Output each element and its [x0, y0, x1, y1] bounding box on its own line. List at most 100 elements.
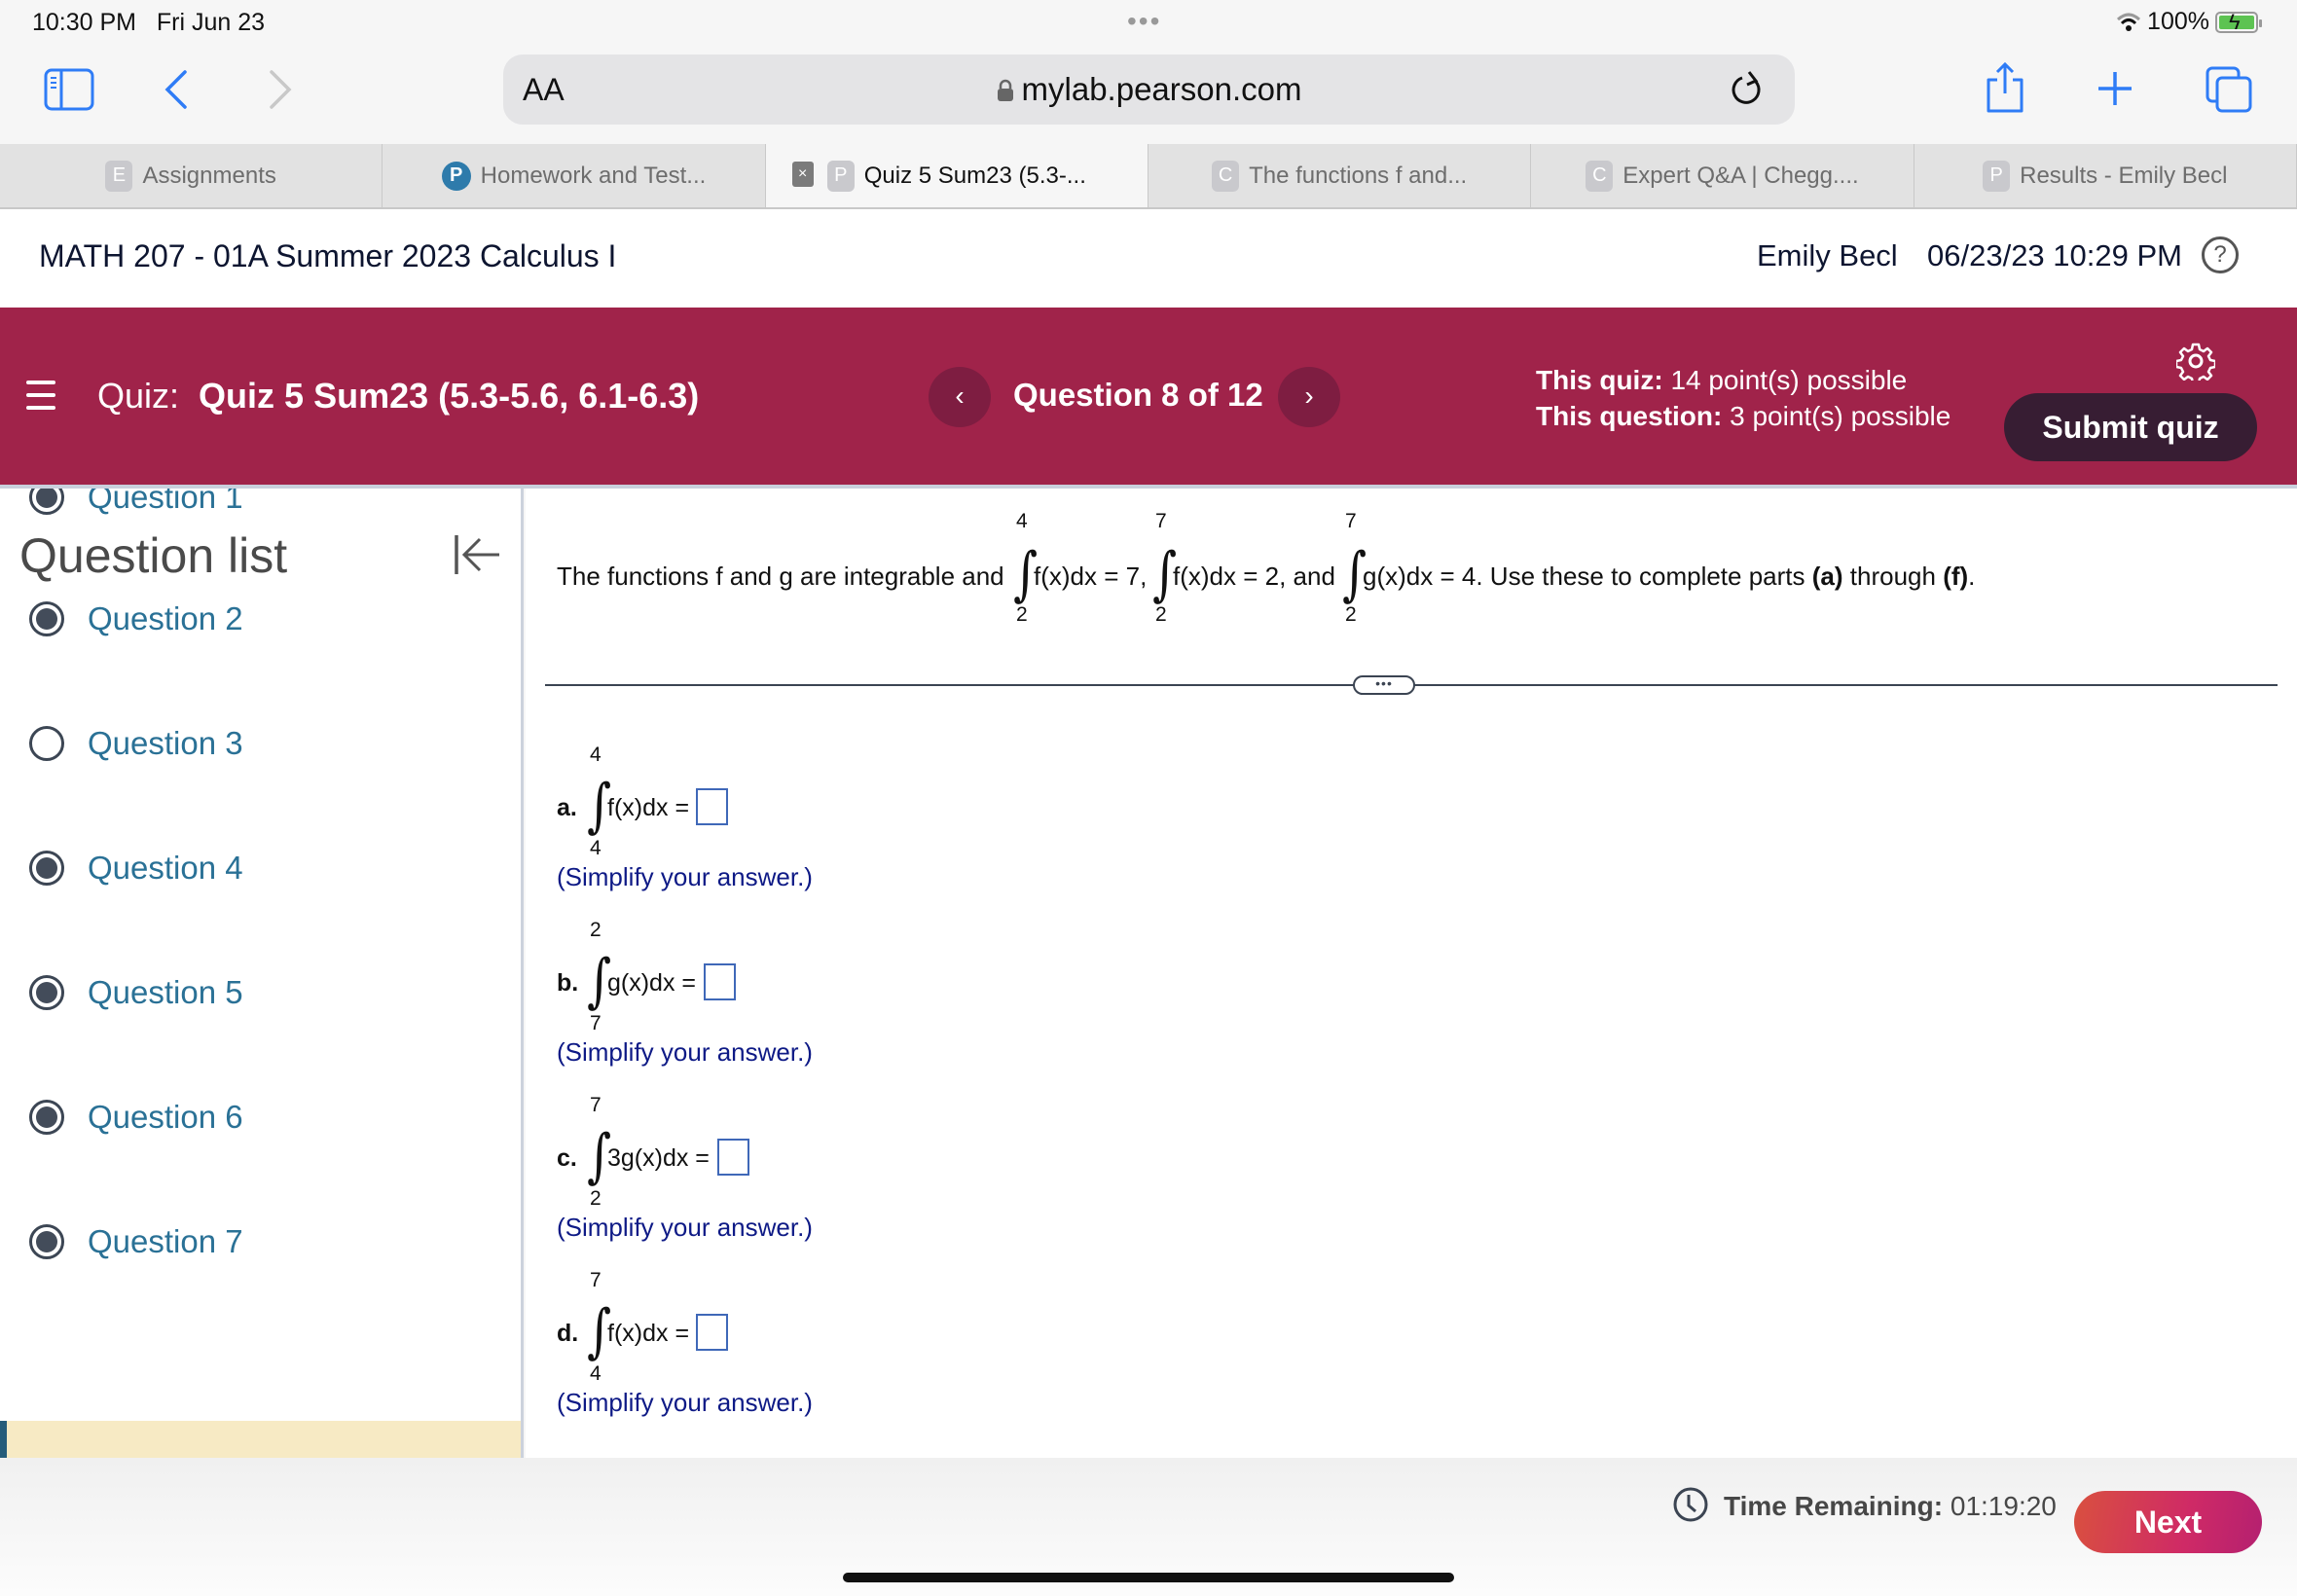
collapse-sidebar-icon[interactable]	[453, 532, 501, 577]
hamburger-menu-icon[interactable]	[26, 381, 55, 418]
battery-icon: ϟ	[2215, 10, 2262, 34]
question-list-label: Question 1	[88, 489, 243, 515]
forward-icon[interactable]	[268, 70, 293, 109]
question-list-item[interactable]: Question 5	[29, 974, 243, 1011]
quiz-title: Quiz: Quiz 5 Sum23 (5.3-5.6, 6.1-6.3)	[97, 376, 700, 416]
reload-icon[interactable]	[1731, 70, 1766, 109]
unanswered-radio-icon	[29, 726, 64, 761]
part-d-letter: d.	[557, 1320, 579, 1347]
question-list-item[interactable]: Question 4	[29, 850, 243, 887]
part-a-expr: f(x)dx =	[607, 794, 690, 821]
tab-bar: E Assignments P Homework and Test... × P Qui…	[0, 144, 2297, 209]
question-content: The functions f and g are integrable and…	[526, 489, 2297, 1458]
tab-homework[interactable]: P Homework and Test...	[383, 144, 766, 207]
tab-overview-icon[interactable]	[2206, 66, 2252, 113]
tab-quiz-active[interactable]: × P Quiz 5 Sum23 (5.3-...	[765, 144, 1148, 207]
answered-radio-icon	[29, 601, 64, 636]
favicon: C	[1586, 160, 1614, 192]
tab-label: Assignments	[142, 162, 276, 189]
user-name: Emily Becl	[1757, 238, 1898, 272]
question-list-label: Question 2	[88, 600, 243, 636]
tab-label: The functions f and...	[1249, 162, 1468, 189]
multitasking-dots-icon[interactable]: •••	[1127, 6, 1161, 37]
question-list-item[interactable]: Question 2	[29, 600, 243, 637]
given-1-expr: f(x)dx = 7,	[1034, 562, 1148, 591]
favicon: E	[105, 160, 133, 192]
answered-radio-icon	[29, 1224, 64, 1259]
browser-toolbar: AA mylab.pearson.com	[0, 49, 2297, 144]
question-list-label: Question 7	[88, 1223, 243, 1259]
question-counter[interactable]: Question 8 of 12	[1013, 377, 1263, 414]
back-icon[interactable]	[164, 70, 189, 109]
battery-percent: 100%	[2147, 8, 2209, 35]
question-outro: g(x)dx = 4. Use these to complete parts …	[1363, 562, 1976, 591]
url-text[interactable]: mylab.pearson.com	[503, 71, 1795, 108]
tab-results[interactable]: P Results - Emily Becl	[1914, 144, 2297, 207]
favicon: C	[1212, 160, 1240, 192]
points-info: This quiz: 14 point(s) possible This que…	[1536, 365, 1951, 431]
given-1-lower: 2	[1016, 603, 1028, 626]
given-3-upper: 7	[1345, 510, 1357, 532]
part-b-answer-input[interactable]	[704, 963, 736, 1000]
part-a-answer-input[interactable]	[696, 788, 728, 825]
tab-assignments[interactable]: E Assignments	[0, 144, 383, 207]
wifi-icon	[2117, 13, 2141, 31]
tab-functions[interactable]: C The functions f and...	[1148, 144, 1532, 207]
favicon: P	[1983, 160, 2011, 192]
status-time: 10:30 PM Fri Jun 23	[32, 9, 266, 36]
answered-radio-icon	[29, 975, 64, 1010]
previous-question-button[interactable]: ‹	[929, 367, 991, 427]
question-list-label: Question 5	[88, 974, 243, 1010]
part-a-letter: a.	[557, 794, 577, 821]
part-b-letter: b.	[557, 969, 579, 997]
given-2-expr: f(x)dx = 2, and	[1173, 562, 1335, 591]
address-bar[interactable]: AA mylab.pearson.com	[503, 54, 1795, 125]
part-a-upper: 4	[590, 744, 602, 766]
part-a-hint: (Simplify your answer.)	[557, 862, 813, 891]
part-d-answer-input[interactable]	[696, 1314, 728, 1351]
tab-label: Results - Emily Becl	[2020, 162, 2228, 189]
part-b-lower: 7	[590, 1012, 602, 1034]
part-c-hint: (Simplify your answer.)	[557, 1213, 813, 1242]
time-remaining: Time Remaining: 01:19:20	[1724, 1491, 2057, 1521]
question-list-item[interactable]: Question 7	[29, 1223, 243, 1260]
home-indicator[interactable]	[843, 1573, 1454, 1582]
lock-icon	[997, 79, 1013, 101]
part-d-lower: 4	[590, 1362, 602, 1385]
current-question-highlight[interactable]	[0, 1421, 521, 1458]
part-c-expr: 3g(x)dx =	[607, 1144, 710, 1172]
close-tab-icon[interactable]: ×	[791, 162, 814, 187]
next-button[interactable]: Next	[2074, 1491, 2262, 1553]
status-bar: 10:30 PM Fri Jun 23 ••• 100% ϟ	[0, 0, 2297, 49]
footer: Time Remaining: 01:19:20 Next	[0, 1458, 2297, 1596]
quiz-bar: Quiz: Quiz 5 Sum23 (5.3-5.6, 6.1-6.3) ‹ …	[0, 308, 2297, 489]
course-title: MATH 207 - 01A Summer 2023 Calculus I	[39, 238, 617, 273]
question-list-item[interactable]: Question 6	[29, 1099, 243, 1136]
status-right: 100% ϟ	[2116, 8, 2262, 36]
question-list-item[interactable]: Question 1	[29, 489, 243, 516]
next-question-button[interactable]: ›	[1278, 367, 1340, 427]
given-1-upper: 4	[1016, 510, 1028, 532]
part-c-answer-input[interactable]	[717, 1139, 749, 1176]
part-b-upper: 2	[590, 919, 602, 941]
share-icon[interactable]	[1984, 62, 2026, 113]
part-c-upper: 7	[590, 1094, 602, 1116]
given-2-upper: 7	[1155, 510, 1167, 532]
answered-radio-icon	[29, 489, 64, 515]
tab-label: Expert Q&A | Chegg....	[1622, 162, 1859, 189]
help-icon[interactable]: ?	[2202, 236, 2239, 273]
tab-label: Quiz 5 Sum23 (5.3-...	[863, 162, 1086, 189]
divider-handle[interactable]: •••	[1353, 675, 1415, 695]
tab-label: Homework and Test...	[480, 162, 707, 189]
tab-chegg[interactable]: C Expert Q&A | Chegg....	[1531, 144, 1914, 207]
course-datetime: 06/23/23 10:29 PM	[1927, 238, 2182, 272]
course-header: MATH 207 - 01A Summer 2023 Calculus I Em…	[0, 209, 2297, 308]
sidebar-title: Question list	[19, 528, 288, 583]
sidebar-toggle-icon[interactable]	[44, 68, 94, 111]
new-tab-icon[interactable]	[2096, 70, 2133, 107]
submit-quiz-button[interactable]: Submit quiz	[2004, 393, 2257, 461]
question-list-item[interactable]: Question 3	[29, 725, 243, 762]
question-list-label: Question 3	[88, 725, 243, 761]
settings-gear-icon[interactable]	[2176, 342, 2215, 381]
question-intro: The functions f and g are integrable and	[557, 562, 1004, 591]
